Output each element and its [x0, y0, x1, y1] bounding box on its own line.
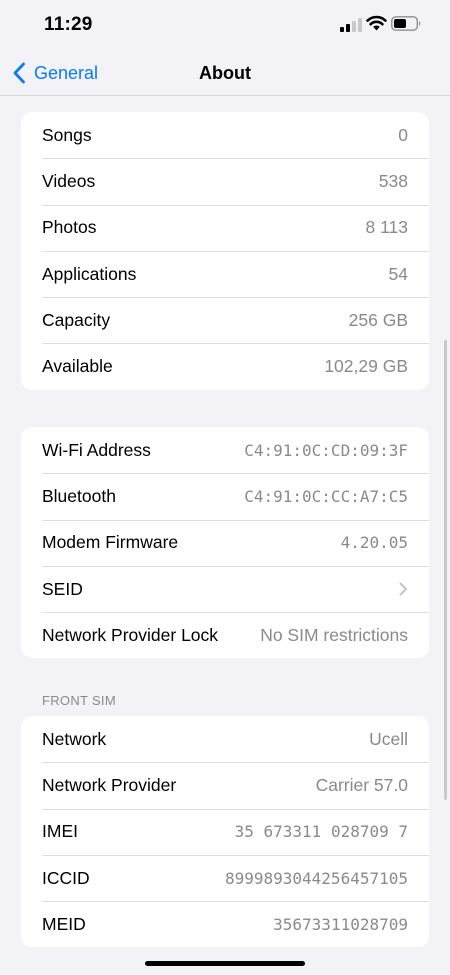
row-label: MEID [42, 913, 86, 934]
row-value: No SIM restrictions [260, 624, 408, 645]
row-value: Ucell [369, 728, 408, 749]
row-value: 54 [388, 263, 408, 284]
media-info-group: Songs 0 Videos 538 Photos 8 113 Applicat… [21, 112, 429, 390]
row-value: Carrier 57.0 [315, 774, 408, 795]
row-value: 8 113 [365, 217, 409, 238]
row-label: Network Provider [42, 774, 177, 795]
list-item-network-provider-lock: Network Provider Lock No SIM restriction… [21, 612, 429, 658]
list-item-videos: Videos 538 [21, 158, 429, 204]
status-bar: 11:29 [0, 0, 450, 50]
row-label: Videos [42, 170, 96, 191]
page-title: About [199, 63, 251, 83]
list-item-wifi-address: Wi-Fi Address C4:91:0C:CD:09:3F [21, 427, 429, 473]
list-item-bluetooth: Bluetooth C4:91:0C:CC:A7:C5 [21, 473, 429, 519]
wifi-icon [366, 15, 387, 31]
network-info-group: Wi-Fi Address C4:91:0C:CD:09:3F Bluetoot… [21, 427, 429, 659]
row-label: Songs [42, 124, 92, 145]
row-label: Network [42, 728, 107, 749]
row-value: C4:91:0C:CC:A7:C5 [244, 486, 408, 506]
row-label: Bluetooth [42, 485, 116, 506]
row-value: 256 GB [348, 309, 408, 330]
list-item-imei: IMEI 35 673311 028709 7 [21, 808, 429, 855]
list-item-seid[interactable]: SEID [21, 565, 429, 612]
row-label: Available [42, 356, 113, 377]
row-label: Network Provider Lock [42, 624, 219, 645]
row-value: C4:91:0C:CD:09:3F [244, 440, 408, 460]
row-label: Capacity [42, 309, 111, 330]
sim-info-group: Network Ucell Network Provider Carrier 5… [21, 716, 429, 948]
row-value: 8999893044256457105 [224, 868, 408, 888]
row-value: 0 [398, 124, 408, 145]
row-label: IMEI [42, 821, 78, 842]
row-value: 538 [378, 170, 408, 191]
battery-icon [391, 16, 421, 31]
row-label: Modem Firmware [42, 532, 179, 553]
list-item-iccid: ICCID 8999893044256457105 [21, 854, 429, 901]
row-label: Applications [42, 263, 137, 284]
list-item-capacity: Capacity 256 GB [21, 297, 429, 343]
list-item-songs: Songs 0 [21, 112, 429, 158]
navigation-bar: General About [0, 50, 450, 96]
status-time: 11:29 [44, 14, 93, 35]
row-label: ICCID [42, 867, 90, 888]
about-screen: 11:29 General About Songs 0 Videos 538 P… [0, 0, 450, 975]
row-label: Photos [42, 217, 97, 238]
chevron-right-icon [399, 582, 407, 596]
row-value: 102,29 GB [324, 356, 408, 377]
row-value: 35673311028709 [273, 914, 408, 934]
list-item-applications: Applications 54 [21, 250, 429, 297]
row-label: SEID [42, 578, 83, 599]
list-item-network-provider: Network Provider Carrier 57.0 [21, 762, 429, 808]
list-item-available: Available 102,29 GB [21, 343, 429, 389]
signal-icon [340, 18, 362, 32]
list-item-network: Network Ucell [21, 716, 429, 762]
list-item-modem-firmware: Modem Firmware 4.20.05 [21, 519, 429, 566]
row-label: Wi-Fi Address [42, 439, 151, 460]
list-item-photos: Photos 8 113 [21, 204, 429, 251]
scrollbar[interactable] [444, 340, 447, 800]
list-item-meid: MEID 35673311028709 [21, 901, 429, 947]
row-value: 4.20.05 [340, 533, 408, 553]
row-value: 35 673311 028709 7 [234, 822, 408, 842]
section-header-front-sim: FRONT SIM [42, 693, 116, 708]
home-indicator[interactable] [145, 961, 305, 966]
